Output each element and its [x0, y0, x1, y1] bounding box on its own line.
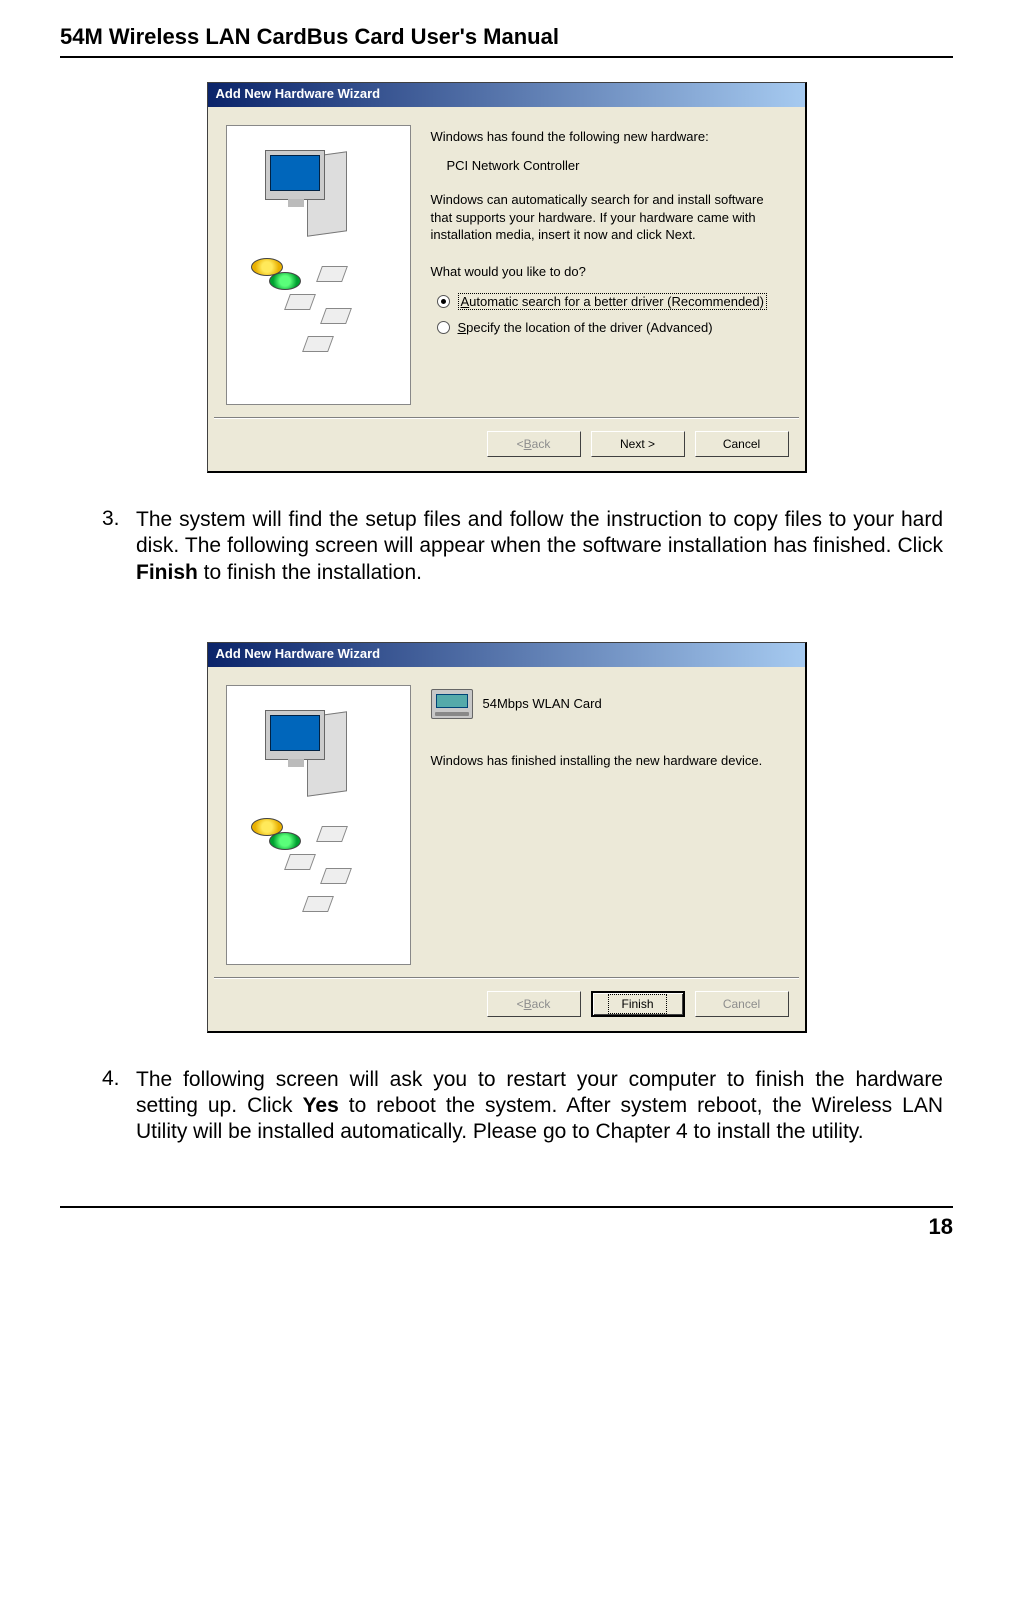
floppy-icon: [316, 266, 348, 282]
radio-unselected-icon: [437, 321, 450, 334]
floppy-icon: [320, 308, 352, 324]
radio-option-specify[interactable]: Specify the location of the driver (Adva…: [437, 320, 781, 335]
device-name: PCI Network Controller: [447, 158, 781, 173]
step-number: 4.: [102, 1067, 136, 1146]
cancel-button[interactable]: Cancel: [695, 431, 789, 457]
wizard-titlebar: Add New Hardware Wizard: [208, 643, 805, 667]
wizard-text: Windows has found the following new hard…: [431, 129, 781, 144]
floppy-icon: [302, 896, 334, 912]
document-header: 54M Wireless LAN CardBus Card User's Man…: [60, 24, 953, 58]
floppy-icon: [284, 854, 316, 870]
cd-icon: [269, 272, 301, 290]
network-card-icon: [431, 689, 473, 719]
back-button: < Back: [487, 991, 581, 1017]
wizard-dialog-2: Add New Hardware Wizard: [207, 642, 807, 1033]
cancel-button: Cancel: [695, 991, 789, 1017]
wizard-dialog-1: Add New Hardware Wizard Windows has foun…: [207, 82, 807, 473]
radio-option-auto[interactable]: Automatic search for a better driver (Re…: [437, 293, 781, 310]
radio-selected-icon: [437, 295, 450, 308]
wizard-illustration: [226, 685, 411, 965]
step-text: The following screen will ask you to res…: [136, 1067, 943, 1146]
wizard-text: Windows can automatically search for and…: [431, 191, 781, 244]
wizard-prompt: What would you like to do?: [431, 264, 781, 279]
next-button[interactable]: Next >: [591, 431, 685, 457]
finish-button[interactable]: Finish: [591, 991, 685, 1017]
back-button: < Back: [487, 431, 581, 457]
floppy-icon: [316, 826, 348, 842]
wizard-titlebar: Add New Hardware Wizard: [208, 83, 805, 107]
floppy-icon: [302, 336, 334, 352]
floppy-icon: [320, 868, 352, 884]
radio-label: Specify the location of the driver (Adva…: [458, 320, 713, 335]
floppy-icon: [284, 294, 316, 310]
page-number: 18: [60, 1206, 953, 1240]
wizard-text: Windows has finished installing the new …: [431, 753, 781, 768]
step-number: 3.: [102, 507, 136, 586]
step-text: The system will find the setup files and…: [136, 507, 943, 586]
cd-icon: [269, 832, 301, 850]
radio-label: Automatic search for a better driver (Re…: [458, 293, 767, 310]
device-name: 54Mbps WLAN Card: [483, 696, 602, 711]
wizard-illustration: [226, 125, 411, 405]
